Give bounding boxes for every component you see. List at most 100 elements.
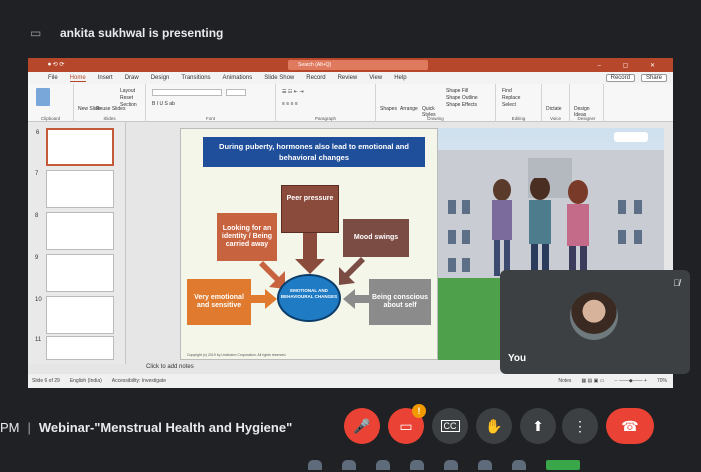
window <box>634 230 642 244</box>
more-vert-icon: ⋮ <box>573 417 587 434</box>
notification-badge: ! <box>412 404 426 418</box>
separator: | <box>27 420 31 435</box>
taskbar-icon[interactable] <box>376 460 390 470</box>
camera-toggle-button[interactable]: ▭! <box>388 404 426 444</box>
taskbar-icon[interactable] <box>342 460 356 470</box>
taskbar-icon[interactable] <box>308 460 322 470</box>
paste-icon[interactable] <box>36 88 50 108</box>
captions-button[interactable]: CC <box>432 408 468 444</box>
more-options-button[interactable]: ⋮ <box>562 408 598 444</box>
self-video-tile[interactable]: 🎙̸ You <box>500 270 690 374</box>
taskbar-icon[interactable] <box>444 460 458 470</box>
notes-pane[interactable]: Click to add notes <box>126 364 526 374</box>
conscious-box: Being conscious about self <box>369 279 431 325</box>
group-clipboard: Clipboard <box>28 84 74 122</box>
tab-slide-show[interactable]: Slide Show <box>264 75 294 81</box>
font-name-select[interactable] <box>152 89 222 96</box>
phone-hangup-icon: ☎ <box>621 417 639 434</box>
shape-effects-button[interactable]: Shape Effects <box>446 102 477 108</box>
font-format-buttons[interactable]: B I U S ab <box>152 101 175 107</box>
align-buttons[interactable]: ≡ ≡ ≡ ≡ <box>282 101 298 107</box>
current-slide[interactable]: During puberty, hormones also lead to em… <box>180 128 438 360</box>
students-illustration <box>492 178 589 276</box>
shapes-button[interactable]: Shapes <box>380 106 397 112</box>
arrow-emotional <box>251 289 277 309</box>
arrange-button[interactable]: Arrange <box>400 106 418 112</box>
group-editing: Find Replace Select Editing <box>496 84 542 122</box>
find-button[interactable]: Find <box>502 88 512 94</box>
dictate-button[interactable]: Dictate <box>546 106 562 112</box>
quick-access-toolbar[interactable]: ⏺ ⟲ ⟳ <box>28 61 208 69</box>
view-buttons[interactable]: ▦ ▤ ▣ ▭ <box>581 378 604 384</box>
window <box>618 230 626 244</box>
end-call-button[interactable]: ☎ <box>606 408 654 444</box>
thumb-number: 7 <box>35 171 39 177</box>
battery-indicator <box>546 460 580 470</box>
reset-button[interactable]: Reset <box>120 95 133 101</box>
zoom-slider[interactable]: − ——◆—— + <box>615 378 647 384</box>
slide-info: Slide 6 of 29 <box>32 378 60 384</box>
accessibility-status[interactable]: Accessibility: Investigate <box>112 378 166 384</box>
tab-insert[interactable]: Insert <box>98 75 113 81</box>
taskbar-icon[interactable] <box>512 460 526 470</box>
tab-transitions[interactable]: Transitions <box>181 75 210 81</box>
notes-button[interactable]: Notes <box>558 378 571 384</box>
tab-file[interactable]: File <box>48 75 58 81</box>
tab-animations[interactable]: Animations <box>223 75 253 81</box>
layout-button[interactable]: Layout <box>120 88 135 94</box>
hand-icon: ✋ <box>485 417 503 434</box>
mood-swings-box: Mood swings <box>343 219 409 257</box>
present-screen-icon: ▭ <box>30 26 42 40</box>
group-label: Slides <box>103 116 116 121</box>
thumb-number: 9 <box>35 255 39 261</box>
tab-help[interactable]: Help <box>394 75 406 81</box>
group-label: Paragraph <box>314 116 336 121</box>
window <box>448 230 456 244</box>
taskbar-icon[interactable] <box>410 460 424 470</box>
thumb-number: 6 <box>36 130 40 136</box>
select-button[interactable]: Select <box>502 102 516 108</box>
meet-controls: PM | Webinar-"Menstrual Health and Hygiene… <box>0 392 701 472</box>
zoom-level[interactable]: 70% <box>657 378 673 384</box>
search-box[interactable]: Search (Alt+Q) <box>288 60 428 70</box>
tab-actions: Record Share <box>605 74 673 82</box>
tab-review[interactable]: Review <box>338 75 358 81</box>
window <box>448 258 456 272</box>
font-size-select[interactable] <box>226 89 246 96</box>
mic-off-icon: 🎤 <box>353 417 371 434</box>
thumbnail-9[interactable]: 9 <box>35 254 114 292</box>
tab-draw[interactable]: Draw <box>125 75 139 81</box>
tab-record[interactable]: Record <box>306 75 325 81</box>
thumbnail-8[interactable]: 8 <box>35 212 114 250</box>
record-button[interactable]: Record <box>605 74 635 82</box>
presenting-bar: ▭ ankita sukhwal is presenting <box>0 8 701 58</box>
shape-outline-button[interactable]: Shape Outline <box>446 95 478 101</box>
arrow-conscious <box>343 289 369 309</box>
shape-fill-button[interactable]: Shape Fill <box>446 88 468 94</box>
thumbnail-11[interactable]: 11 <box>35 336 114 360</box>
replace-button[interactable]: Replace <box>502 95 520 101</box>
thumbnail-10[interactable]: 10 <box>35 296 114 334</box>
thumbnail-7[interactable]: 7 <box>35 170 114 208</box>
tab-view[interactable]: View <box>369 75 382 81</box>
window <box>462 230 470 244</box>
window <box>448 200 456 214</box>
list-buttons[interactable]: ☰ ☷ ⇤ ⇥ <box>282 89 304 95</box>
group-paragraph: ☰ ☷ ⇤ ⇥ ≡ ≡ ≡ ≡ Paragraph <box>276 84 376 122</box>
window <box>462 200 470 214</box>
share-button[interactable]: Share <box>640 74 667 82</box>
taskbar-icon[interactable] <box>478 460 492 470</box>
window-buttons[interactable]: – ▢ ✕ <box>598 62 673 69</box>
section-button[interactable]: Section <box>120 102 137 108</box>
present-icon: ⬆ <box>532 417 544 434</box>
present-button[interactable]: ⬆ <box>520 408 556 444</box>
thumbnail-6[interactable]: 6 <box>36 128 114 166</box>
tab-design[interactable]: Design <box>151 75 170 81</box>
raise-hand-button[interactable]: ✋ <box>476 408 512 444</box>
group-voice: Dictate Voice <box>542 84 570 122</box>
mic-toggle-button[interactable]: 🎤 <box>344 408 380 444</box>
group-label: Clipboard <box>40 116 61 121</box>
thumb-number: 10 <box>35 297 42 303</box>
tab-home[interactable]: Home <box>69 75 86 82</box>
meet-window: ▭ ankita sukhwal is presenting ⏺ ⟲ ⟳ Sea… <box>0 0 701 472</box>
